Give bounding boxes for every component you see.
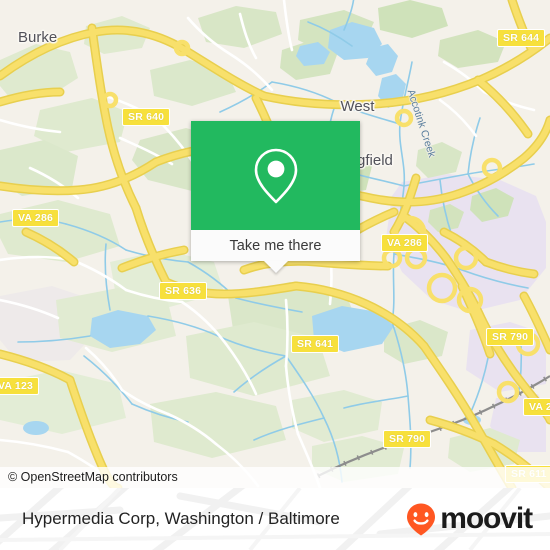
footer-bar: Hypermedia Corp, Washington / Baltimore … (0, 488, 550, 550)
moovit-wordmark: moovit (440, 502, 533, 535)
map-attribution[interactable]: © OpenStreetMap contributors (0, 467, 550, 488)
road-shield[interactable]: SR 790 (383, 430, 432, 448)
take-me-there-label: Take me there (229, 237, 322, 254)
road-shield[interactable]: SR 640 (122, 108, 171, 126)
road-shield[interactable]: VA 2 (523, 398, 550, 416)
road-shield[interactable]: VA 286 (12, 209, 60, 227)
road-shield[interactable]: VA 123 (0, 377, 40, 395)
road-shield[interactable]: SR 641 (291, 335, 340, 353)
popup-card-header (191, 121, 360, 230)
footer-place-title: Hypermedia Corp, Washington / Baltimore (22, 509, 340, 528)
road-shield[interactable]: VA 286 (381, 234, 429, 252)
road-shield[interactable]: SR 644 (497, 29, 546, 47)
location-popup-card[interactable]: Take me there (191, 121, 360, 273)
road-shield[interactable]: SR 790 (486, 328, 535, 346)
moovit-smiling-pin-icon (407, 503, 436, 536)
moovit-map-screenshot: Burke West Springfield Accotink Creek SR… (0, 0, 550, 550)
moovit-logo[interactable]: moovit (403, 488, 533, 550)
popup-card-pointer (263, 261, 288, 273)
take-me-there-button[interactable]: Take me there (191, 230, 360, 261)
location-pin-icon (254, 148, 297, 203)
place-label-line: West (340, 98, 375, 115)
road-shield[interactable]: SR 636 (159, 282, 208, 300)
place-label-burke: Burke (18, 29, 58, 46)
